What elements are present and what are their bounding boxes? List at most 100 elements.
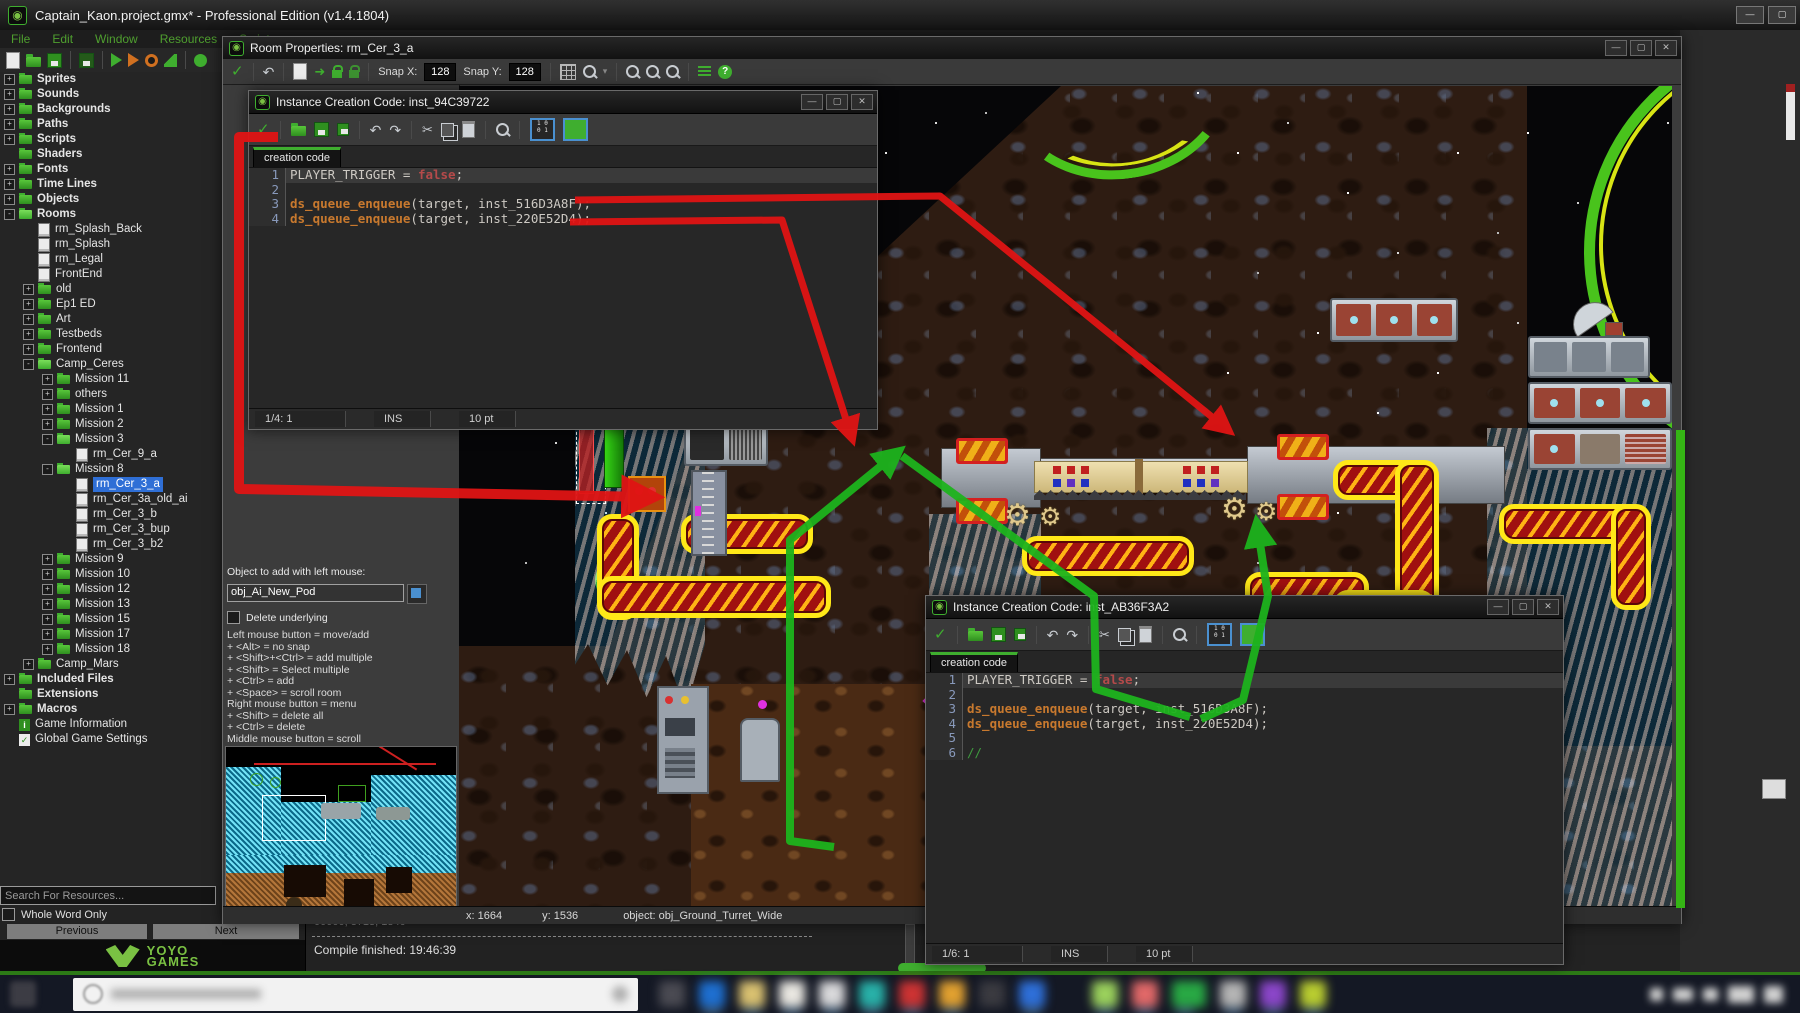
tree-item[interactable]: +rm_Cer_3_bup <box>0 522 222 537</box>
save-small-icon[interactable] <box>337 123 349 136</box>
apply-icon[interactable]: ✓ <box>257 122 270 137</box>
tree-expander-icon[interactable]: + <box>4 119 15 130</box>
station-module[interactable] <box>1528 382 1672 424</box>
find-icon[interactable] <box>1173 628 1186 641</box>
zoom-out-icon[interactable] <box>626 65 639 78</box>
menu-window[interactable]: Window <box>84 32 149 46</box>
tree-item[interactable]: -Mission 3 <box>0 432 222 447</box>
tree-item[interactable]: +rm_Cer_3a_old_ai <box>0 492 222 507</box>
taskbar-search-box[interactable] <box>73 978 638 1011</box>
tree-item[interactable]: +rm_Cer_3_b2 <box>0 537 222 552</box>
tree-expander-icon[interactable]: + <box>42 614 53 625</box>
station-module[interactable] <box>1528 336 1650 378</box>
tree-expander-icon[interactable]: + <box>23 344 34 355</box>
tree-expander-icon[interactable]: + <box>4 704 15 715</box>
paste-icon[interactable] <box>1139 626 1152 643</box>
tree-item[interactable]: +Paths <box>0 117 222 132</box>
copy-icon[interactable] <box>441 123 454 137</box>
tree-item[interactable]: +✓Global Game Settings <box>0 732 222 747</box>
room-close-button[interactable]: ✕ <box>1655 40 1677 56</box>
taskbar-app-icon[interactable] <box>1220 981 1246 1007</box>
selected-object-red[interactable] <box>579 428 594 494</box>
tree-item[interactable]: +Art <box>0 312 222 327</box>
taskbar-app-icon[interactable] <box>1132 981 1158 1007</box>
search-resources-input[interactable]: Search For Resources... <box>0 886 216 905</box>
save-icon[interactable] <box>991 627 1006 642</box>
line-numbers-toggle-icon[interactable]: 1 00 1 <box>530 118 555 141</box>
tree-item[interactable]: +Frontend <box>0 342 222 357</box>
tree-item[interactable]: +Testbeds <box>0 327 222 342</box>
room-ok-icon[interactable]: ✓ <box>231 64 244 79</box>
tree-item[interactable]: +rm_Cer_3_b <box>0 507 222 522</box>
tree-item[interactable]: +Fonts <box>0 162 222 177</box>
redo-icon[interactable]: ↷ <box>1066 628 1078 642</box>
undo-icon[interactable]: ↶ <box>370 123 382 137</box>
run-debug-icon[interactable] <box>128 53 139 67</box>
tree-item[interactable]: +others <box>0 387 222 402</box>
help-icon[interactable]: ? <box>718 65 732 79</box>
menu-file[interactable]: File <box>0 32 41 46</box>
train-car[interactable] <box>1034 461 1248 493</box>
undo-icon[interactable]: ↶ <box>1047 628 1059 642</box>
tree-item[interactable]: +FrontEnd <box>0 267 222 282</box>
stop-icon[interactable] <box>145 54 158 67</box>
tree-item[interactable]: +Time Lines <box>0 177 222 192</box>
game-settings-icon[interactable] <box>194 54 207 67</box>
code1-close-button[interactable]: ✕ <box>851 94 873 110</box>
lock-icon[interactable] <box>332 70 342 78</box>
tree-expander-icon[interactable]: + <box>4 194 15 205</box>
redo-icon[interactable]: ↷ <box>389 123 401 137</box>
tree-item[interactable]: +Included Files <box>0 672 222 687</box>
code1-maximize-button[interactable]: ▢ <box>826 94 848 110</box>
code2-title-bar[interactable]: ◉ Instance Creation Code: inst_AB36F3A2 … <box>926 596 1563 619</box>
room-window-title-bar[interactable]: ◉ Room Properties: rm_Cer_3_a — ▢ ✕ <box>223 37 1681 60</box>
run-icon[interactable] <box>111 53 122 67</box>
room-undo-icon[interactable]: ↶ <box>263 65 275 79</box>
find-icon[interactable] <box>496 123 509 136</box>
turret-left-bottom[interactable] <box>956 498 1008 524</box>
orange-crate[interactable] <box>628 476 666 512</box>
tree-expander-icon[interactable]: - <box>4 209 15 220</box>
tree-item[interactable]: +Sounds <box>0 87 222 102</box>
hazard-pipe[interactable] <box>1611 504 1651 610</box>
new-project-icon[interactable] <box>6 52 20 69</box>
tree-item[interactable]: +Mission 11 <box>0 372 222 387</box>
whole-word-checkbox[interactable] <box>2 908 15 921</box>
station-tower[interactable] <box>657 686 709 794</box>
load-icon[interactable] <box>968 631 983 641</box>
tree-expander-icon[interactable]: + <box>42 584 53 595</box>
tree-item[interactable]: -Camp_Ceres <box>0 357 222 372</box>
tree-item[interactable]: +Mission 12 <box>0 582 222 597</box>
tree-item[interactable]: +Camp_Mars <box>0 657 222 672</box>
tree-expander-icon[interactable]: + <box>4 74 15 85</box>
hazard-pipe[interactable] <box>1022 536 1194 576</box>
tree-expander-icon[interactable]: + <box>4 164 15 175</box>
tree-expander-icon[interactable]: + <box>42 404 53 415</box>
taskbar-app-icon[interactable] <box>1300 981 1326 1007</box>
tree-expander-icon[interactable]: + <box>23 299 34 310</box>
tree-expander-icon[interactable]: + <box>23 329 34 340</box>
tree-item[interactable]: +Mission 1 <box>0 402 222 417</box>
tree-item[interactable]: +iGame Information <box>0 717 222 732</box>
station-pod[interactable] <box>740 718 780 782</box>
minimize-button[interactable]: — <box>1736 6 1764 24</box>
menu-resources[interactable]: Resources <box>149 32 228 46</box>
taskbar-app-icon[interactable] <box>659 981 685 1007</box>
code2-editor[interactable]: 1PLAYER_TRIGGER = false;23ds_queue_enque… <box>926 673 1563 943</box>
save-icon[interactable] <box>314 122 329 137</box>
code2-maximize-button[interactable]: ▢ <box>1512 599 1534 615</box>
tree-item[interactable]: +rm_Cer_9_a <box>0 447 222 462</box>
grid-toggle-icon[interactable] <box>560 64 576 80</box>
taskbar-app-icon[interactable] <box>979 981 1005 1007</box>
tree-expander-icon[interactable]: + <box>4 674 15 685</box>
tree-item[interactable]: +old <box>0 282 222 297</box>
taskbar-app-icon[interactable] <box>1172 981 1206 1007</box>
tree-expander-icon[interactable]: + <box>42 389 53 400</box>
maximize-button[interactable]: ▢ <box>1768 6 1796 24</box>
tree-expander-icon[interactable]: + <box>42 644 53 655</box>
tree-item[interactable]: +Backgrounds <box>0 102 222 117</box>
tree-item[interactable]: +rm_Legal <box>0 252 222 267</box>
tree-item[interactable]: +Macros <box>0 702 222 717</box>
tree-expander-icon[interactable]: + <box>4 104 15 115</box>
taskbar-app-icon[interactable] <box>699 981 725 1007</box>
